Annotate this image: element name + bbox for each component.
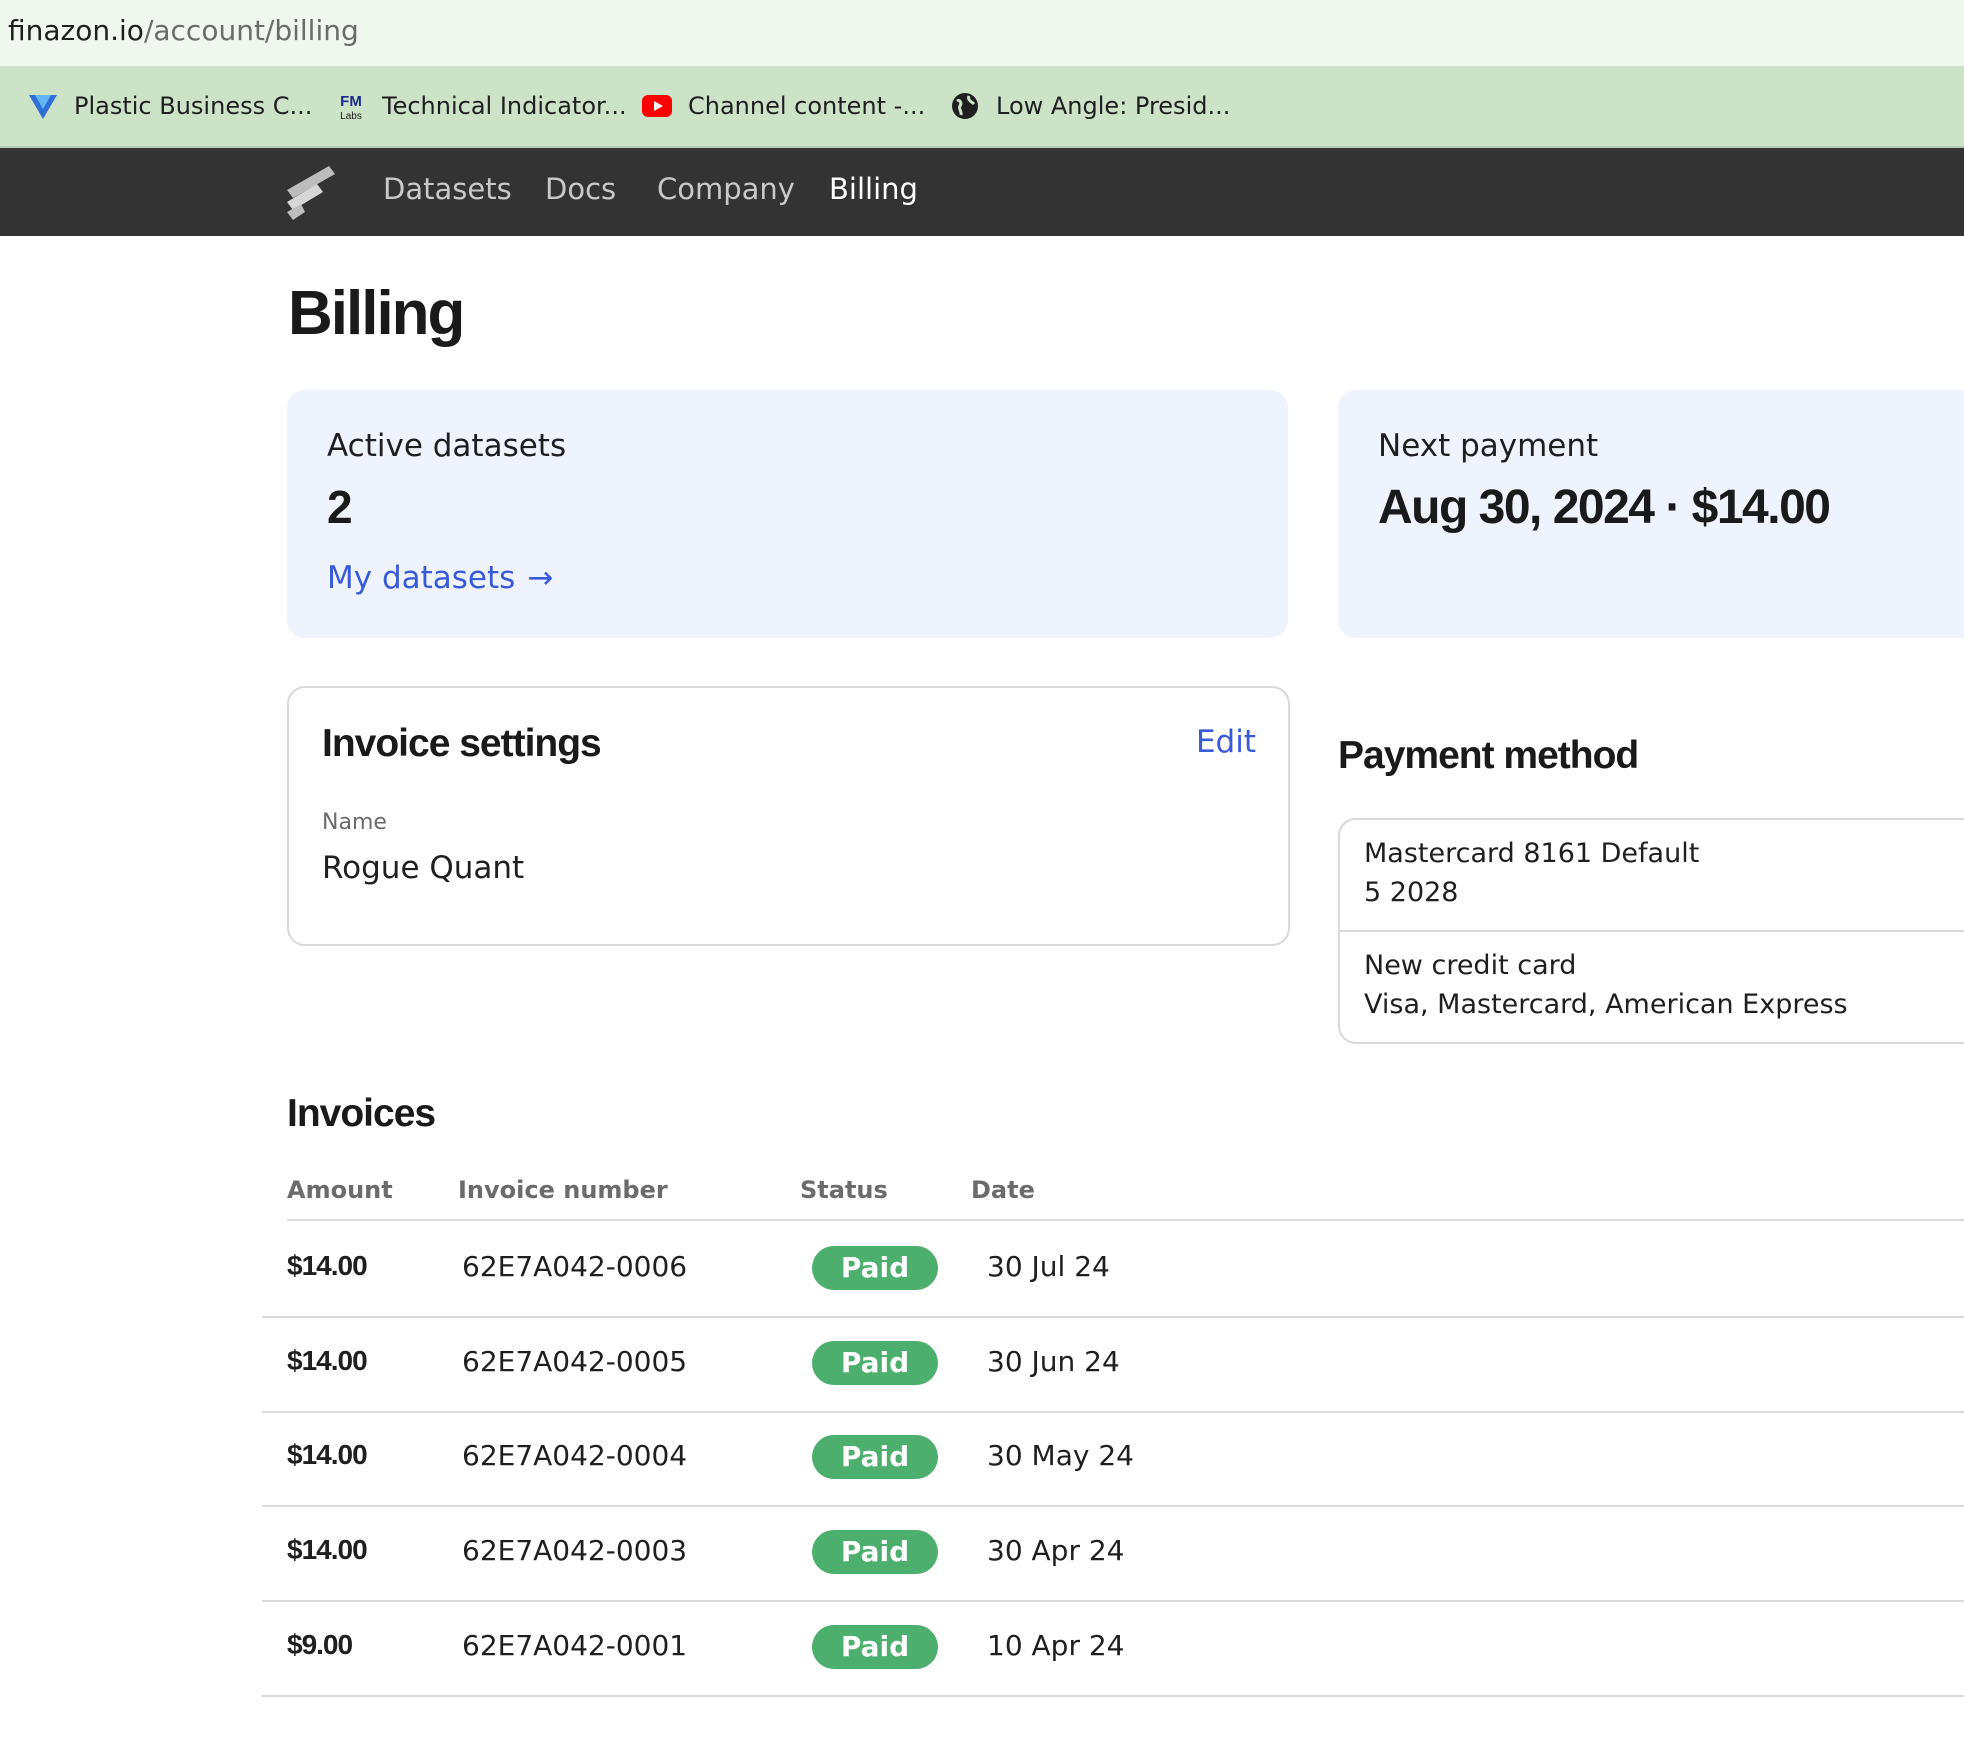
invoice-date: 30 Apr 24 xyxy=(987,1534,1125,1567)
invoice-amount: $9.00 xyxy=(287,1629,353,1660)
status-badge: Paid xyxy=(812,1530,938,1574)
fm-labs-icon: FM Labs xyxy=(334,89,368,123)
invoice-settings-card: Invoice settings Edit Name Rogue Quant xyxy=(287,686,1290,946)
svg-text:Labs: Labs xyxy=(340,111,362,122)
invoice-number: 62E7A042-0001 xyxy=(462,1629,688,1662)
bookmark-low-angle[interactable]: Low Angle: Presid... xyxy=(948,86,1230,126)
next-payment-label: Next payment xyxy=(1378,428,1599,464)
status-badge: Paid xyxy=(812,1246,938,1290)
edit-invoice-settings-button[interactable]: Edit xyxy=(1196,724,1256,760)
invoice-name-label: Name xyxy=(322,810,387,835)
column-header-amount: Amount xyxy=(287,1176,393,1204)
column-header-invoice-number: Invoice number xyxy=(458,1176,668,1204)
bookmark-channel-content[interactable]: Channel content -... xyxy=(640,86,925,126)
url-text[interactable]: finazon.io/account/billing xyxy=(8,14,359,47)
payment-method-card-expiry: 5 2028 xyxy=(1364,877,1459,908)
bookmark-label: Low Angle: Presid... xyxy=(996,92,1231,120)
nav-billing[interactable]: Billing xyxy=(829,172,918,206)
invoice-date: 30 Jun 24 xyxy=(987,1345,1120,1378)
payment-method-new-card[interactable]: New credit card Visa, Mastercard, Americ… xyxy=(1340,932,1964,1042)
next-payment-card: Next payment Aug 30, 2024 · $14.00 xyxy=(1338,390,1964,638)
nav-company[interactable]: Company xyxy=(657,172,795,206)
active-datasets-count: 2 xyxy=(327,481,353,533)
triangle-logo-icon xyxy=(26,89,60,123)
invoice-date: 30 Jul 24 xyxy=(987,1250,1110,1283)
invoice-settings-title: Invoice settings xyxy=(322,722,602,765)
next-payment-value: Aug 30, 2024 · $14.00 xyxy=(1378,481,1831,534)
my-datasets-link[interactable]: My datasets → xyxy=(327,560,553,596)
nav-docs[interactable]: Docs xyxy=(545,172,616,206)
payment-method-list: Mastercard 8161 Default 5 2028 New credi… xyxy=(1338,818,1964,1044)
status-badge: Paid xyxy=(812,1625,938,1669)
site-nav: Datasets Docs Company Billing xyxy=(0,148,1964,236)
invoice-name-value: Rogue Quant xyxy=(322,850,525,886)
invoice-number: 62E7A042-0006 xyxy=(462,1250,688,1283)
invoice-number: 62E7A042-0005 xyxy=(462,1345,688,1378)
invoice-number: 62E7A042-0004 xyxy=(462,1439,688,1472)
table-row[interactable]: $14.00 62E7A042-0006 Paid 30 Jul 24 xyxy=(262,1222,1964,1318)
bookmark-label: Plastic Business C... xyxy=(74,92,313,120)
browser-address-bar[interactable]: finazon.io/account/billing xyxy=(0,0,1964,66)
url-host: finazon.io xyxy=(8,14,144,47)
status-badge: Paid xyxy=(812,1435,938,1479)
invoice-amount: $14.00 xyxy=(287,1250,368,1281)
page: finazon.io/account/billing Plastic Busin… xyxy=(0,0,1964,1750)
table-header-divider xyxy=(287,1219,1964,1221)
table-row[interactable]: $14.00 62E7A042-0003 Paid 30 Apr 24 xyxy=(262,1506,1964,1602)
invoice-date: 30 May 24 xyxy=(987,1439,1134,1472)
table-row[interactable]: $14.00 62E7A042-0005 Paid 30 Jun 24 xyxy=(262,1317,1964,1413)
youtube-icon xyxy=(640,89,674,123)
table-row[interactable]: $14.00 62E7A042-0004 Paid 30 May 24 xyxy=(262,1411,1964,1507)
globe-icon xyxy=(948,89,982,123)
invoice-amount: $14.00 xyxy=(287,1345,368,1376)
page-title: Billing xyxy=(288,279,465,348)
payment-method-title: Payment method xyxy=(1338,734,1639,777)
active-datasets-label: Active datasets xyxy=(327,428,567,464)
bookmark-plastic-business[interactable]: Plastic Business C... xyxy=(26,86,312,126)
my-datasets-label: My datasets xyxy=(327,560,516,596)
bookmark-label: Channel content -... xyxy=(688,92,926,120)
status-badge: Paid xyxy=(812,1341,938,1385)
table-row[interactable]: $9.00 62E7A042-0001 Paid 10 Apr 24 xyxy=(262,1601,1964,1697)
nav-datasets[interactable]: Datasets xyxy=(383,172,512,206)
accepted-cards-text: Visa, Mastercard, American Express xyxy=(1364,989,1848,1020)
payment-method-card-name: Mastercard 8161 Default xyxy=(1364,838,1700,869)
invoice-amount: $14.00 xyxy=(287,1534,368,1565)
url-path: /account/billing xyxy=(143,14,359,47)
invoice-amount: $14.00 xyxy=(287,1439,368,1470)
bookmark-label: Technical Indicator... xyxy=(382,92,627,120)
finazon-logo-icon[interactable] xyxy=(283,160,341,222)
invoice-date: 10 Apr 24 xyxy=(987,1629,1125,1662)
new-credit-card-label: New credit card xyxy=(1364,950,1577,981)
column-header-date: Date xyxy=(971,1176,1035,1204)
invoice-number: 62E7A042-0003 xyxy=(462,1534,688,1567)
svg-text:FM: FM xyxy=(340,93,362,110)
column-header-status: Status xyxy=(800,1176,888,1204)
payment-method-mastercard[interactable]: Mastercard 8161 Default 5 2028 xyxy=(1340,820,1964,932)
invoices-title: Invoices xyxy=(287,1092,436,1135)
bookmarks-bar: Plastic Business C... FM Labs Technical I… xyxy=(0,66,1964,148)
bookmark-technical-indicator[interactable]: FM Labs Technical Indicator... xyxy=(334,86,627,126)
active-datasets-card: Active datasets 2 My datasets → xyxy=(287,390,1288,638)
arrow-right-icon: → xyxy=(527,560,554,596)
